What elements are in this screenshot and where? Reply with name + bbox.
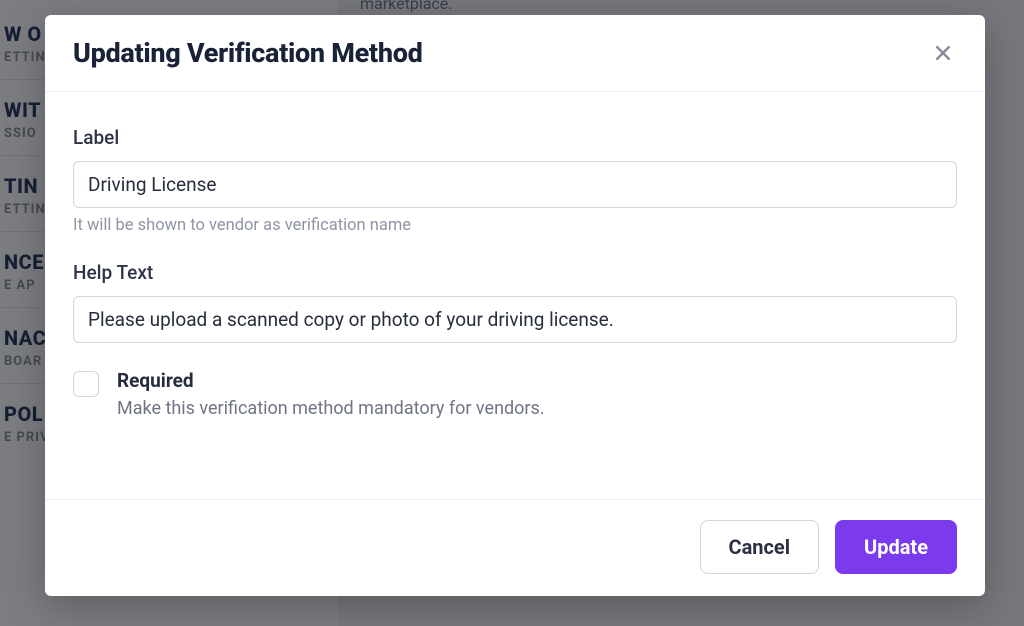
help-text-field: Help Text	[73, 261, 957, 343]
required-title: Required	[117, 369, 545, 392]
label-hint: It will be shown to vendor as verificati…	[73, 216, 957, 235]
close-button[interactable]	[929, 39, 957, 67]
required-description: Make this verification method mandatory …	[117, 398, 545, 419]
label-input[interactable]	[73, 161, 957, 208]
update-button[interactable]: Update	[835, 520, 957, 574]
label-field-label: Label	[73, 126, 957, 149]
modal-title: Updating Verification Method	[73, 37, 423, 69]
help-text-field-label: Help Text	[73, 261, 957, 284]
verification-method-modal: Updating Verification Method Label It wi…	[45, 15, 985, 596]
modal-footer: Cancel Update	[45, 499, 985, 596]
modal-body: Label It will be shown to vendor as veri…	[45, 92, 985, 499]
required-field: Required Make this verification method m…	[73, 369, 957, 419]
cancel-button[interactable]: Cancel	[700, 520, 820, 574]
modal-header: Updating Verification Method	[45, 15, 985, 92]
required-checkbox[interactable]	[73, 371, 99, 397]
help-text-input[interactable]	[73, 296, 957, 343]
label-field: Label It will be shown to vendor as veri…	[73, 126, 957, 235]
close-icon	[933, 51, 953, 66]
required-texts: Required Make this verification method m…	[117, 369, 545, 419]
